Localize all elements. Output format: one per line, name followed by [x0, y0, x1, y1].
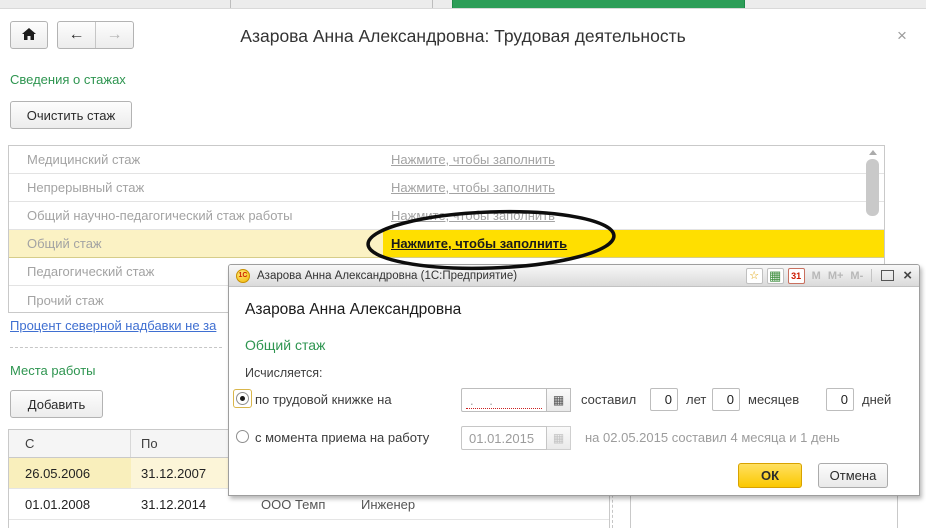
fill-seniority-link[interactable]: Нажмите, чтобы заполнить: [391, 236, 567, 251]
hire-radio-label[interactable]: с момента приема на работу: [255, 430, 429, 445]
maximize-icon[interactable]: [881, 270, 895, 281]
clear-seniority-button[interactable]: Очистить стаж: [10, 101, 132, 129]
memory-mplus-button[interactable]: M+: [828, 270, 844, 282]
dialog-person-name: Азарова Анна Александровна: [245, 301, 462, 318]
radio-focus-ring: [233, 389, 252, 408]
calendar-grid-icon: ▦: [552, 393, 565, 407]
favorites-star-icon[interactable]: ☆: [745, 267, 763, 284]
1c-logo-icon: 1С: [236, 268, 250, 283]
table-row-selected[interactable]: Общий стаж Нажмите, чтобы заполнить: [9, 230, 884, 258]
active-tab-indicator[interactable]: [452, 0, 745, 8]
years-input[interactable]: [650, 388, 678, 411]
calc-method-label: Исчисляется:: [245, 366, 323, 380]
option-hire-row: с момента приема на работу 01.01.2015 ▦ …: [229, 425, 921, 451]
hire-result-note: на 02.05.2015 составил 4 месяца и 1 день: [585, 430, 840, 445]
app-window: ← → Азарова Анна Александровна: Трудовая…: [0, 0, 926, 528]
calendar-icon[interactable]: 31: [787, 267, 805, 284]
seniority-dialog: 1С Азарова Анна Александровна (1С:Предпр…: [228, 264, 920, 496]
titlebar-divider: [871, 269, 873, 282]
option-workbook-row: по трудовой книжке на . . ▦ составил лет…: [229, 387, 921, 413]
hire-radio[interactable]: [236, 430, 249, 443]
memory-m-button[interactable]: M: [812, 270, 821, 282]
days-label: дней: [862, 392, 892, 407]
table-row[interactable]: Непрерывный стаж Нажмите, чтобы заполнит…: [9, 174, 884, 202]
workplaces-section-label: Места работы: [10, 363, 96, 378]
months-input[interactable]: [712, 388, 740, 411]
workbook-radio-label[interactable]: по трудовой книжке на: [255, 392, 392, 407]
page-title: Азарова Анна Александровна: Трудовая дея…: [240, 26, 686, 46]
years-label: лет: [686, 392, 707, 407]
dialog-title: Азарова Анна Александровна (1С:Предприят…: [257, 269, 518, 282]
calendar-grid-icon: ▦: [552, 431, 565, 445]
tab-divider: [432, 0, 433, 8]
fill-seniority-link[interactable]: Нажмите, чтобы заполнить: [391, 152, 555, 167]
required-field-underline: [466, 408, 542, 409]
add-workplace-button[interactable]: Добавить: [10, 390, 103, 418]
result-label: составил: [581, 392, 637, 407]
dialog-section-title: Общий стаж: [245, 337, 326, 353]
tab-divider: [230, 0, 231, 8]
dialog-close-icon[interactable]: ×: [903, 268, 912, 283]
hire-date-value: 01.01.2015: [469, 431, 535, 446]
months-label: месяцев: [748, 392, 800, 407]
cancel-button[interactable]: Отмена: [818, 463, 888, 488]
workbook-radio[interactable]: [236, 392, 249, 405]
separator: [10, 347, 222, 348]
hire-date-input[interactable]: 01.01.2015: [461, 426, 547, 450]
column-header-from[interactable]: С: [9, 430, 131, 457]
fill-seniority-link[interactable]: Нажмите, чтобы заполнить: [391, 180, 555, 195]
ok-button[interactable]: ОК: [738, 463, 802, 488]
memory-mminus-button[interactable]: M-: [850, 270, 863, 282]
table-row[interactable]: Общий научно-педагогический стаж работы …: [9, 202, 884, 230]
dialog-titlebar[interactable]: 1С Азарова Анна Александровна (1С:Предпр…: [229, 265, 919, 287]
days-input[interactable]: [826, 388, 854, 411]
date-picker-button[interactable]: ▦: [547, 388, 571, 412]
scroll-up-icon[interactable]: [869, 150, 877, 155]
date-picker-button-disabled: ▦: [547, 426, 571, 450]
seniority-section-label: Сведения о стажах: [10, 72, 126, 87]
form-close-icon[interactable]: ×: [897, 26, 907, 46]
date-mask: . .: [470, 393, 499, 408]
workbook-date-input[interactable]: . .: [461, 388, 547, 412]
tab-strip: [0, 0, 926, 9]
scrollbar-thumb[interactable]: [866, 159, 879, 216]
calculator-icon[interactable]: ▦: [766, 267, 784, 284]
table-row[interactable]: Медицинский стаж Нажмите, чтобы заполнит…: [9, 146, 884, 174]
fill-seniority-link[interactable]: Нажмите, чтобы заполнить: [391, 208, 555, 223]
north-allowance-link[interactable]: Процент северной надбавки не за: [10, 318, 216, 333]
